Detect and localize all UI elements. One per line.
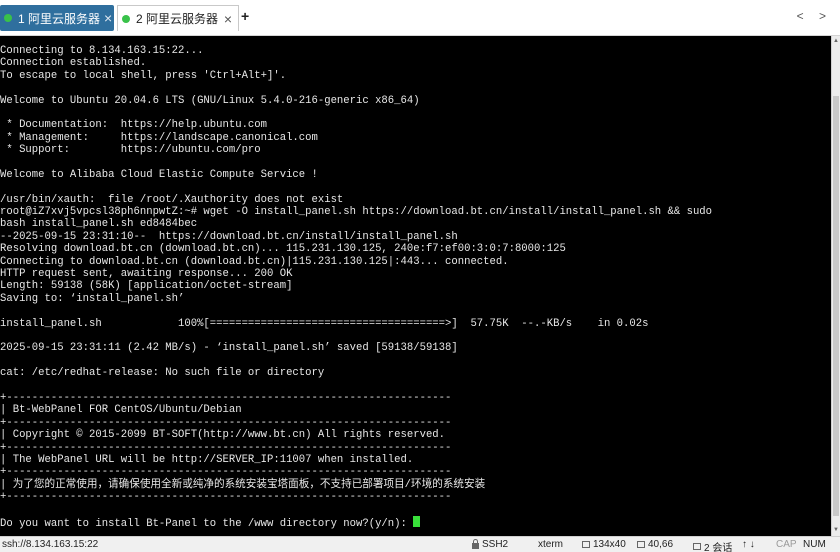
scroll-down-icon[interactable]: ▼ <box>833 527 839 533</box>
terminal-line: +---------------------------------------… <box>0 466 452 479</box>
terminal-line: Saving to: ‘install_panel.sh’ <box>0 292 185 305</box>
terminal-type: xterm <box>538 539 563 550</box>
terminal-line: | Copyright © 2015-2099 BT-SOFT(http://w… <box>0 429 446 442</box>
scroll-up-icon[interactable]: ▲ <box>833 38 839 44</box>
terminal-line: +---------------------------------------… <box>0 416 452 429</box>
window-size-icon <box>582 541 590 548</box>
terminal-size: 134x40 <box>582 539 626 550</box>
terminal-line: install_panel.sh 100%[==================… <box>0 317 649 330</box>
terminal-size-label: 134x40 <box>593 539 626 550</box>
terminal-line: | Bt-WebPanel FOR CentOS/Ubuntu/Debian <box>0 404 242 417</box>
sessions-icon <box>693 543 701 550</box>
cursor-position-icon <box>637 541 645 548</box>
terminal-line: | 为了您的正常使用，请确保使用全新或纯净的系统安装宝塔面板，不支持已部署项目/… <box>0 478 486 491</box>
terminal-line: 2025-09-15 23:31:11 (2.42 MB/s) - ‘insta… <box>0 342 458 355</box>
terminal-line: +---------------------------------------… <box>0 391 452 404</box>
terminal-line: Connecting to 8.134.163.15:22... <box>0 45 204 57</box>
terminal-line: bash install_panel.sh ed8484bec <box>0 218 198 231</box>
lock-icon <box>472 538 479 549</box>
caps-lock-indicator: CAP <box>776 539 797 550</box>
terminal-line: | The WebPanel URL will be http://SERVER… <box>0 453 414 466</box>
terminal-line: Resolving download.bt.cn (download.bt.cn… <box>0 243 566 256</box>
protocol-label: SSH2 <box>482 539 509 550</box>
terminal-line: * Management: https://landscape.canonica… <box>0 131 318 144</box>
terminal-cursor <box>413 515 421 527</box>
tab-session-2[interactable]: 2 阿里云服务器 × <box>117 5 239 31</box>
connection-address: ssh://8.134.163.15:22 <box>2 539 99 550</box>
terminal-line: * Support: https://ubuntu.com/pro <box>0 144 261 157</box>
status-bar: ssh://8.134.163.15:22 SSH2 xterm 134x40 … <box>0 536 840 552</box>
terminal-line: +---------------------------------------… <box>0 491 452 504</box>
terminal-line: --2025-09-15 23:31:10-- https://download… <box>0 230 458 243</box>
terminal-line: cat: /etc/redhat-release: No such file o… <box>0 367 325 380</box>
terminal-line: /usr/bin/xauth: file /root/.Xauthority d… <box>0 193 344 206</box>
protocol-indicator: SSH2 <box>472 538 509 550</box>
chevron-left-right-icon[interactable]: < > <box>797 9 832 23</box>
tab-label: 2 阿里云服务器 <box>136 12 219 26</box>
terminal-line: Connection established. <box>0 57 147 70</box>
terminal-line: Welcome to Alibaba Cloud Elastic Compute… <box>0 168 318 181</box>
terminal-line: Connecting to download.bt.cn (download.b… <box>0 255 509 268</box>
terminal-line: * Documentation: https://help.ubuntu.com <box>0 119 268 132</box>
green-dot-icon <box>4 14 12 22</box>
cursor-position: 40,66 <box>637 539 673 550</box>
terminal-line: Length: 59138 (58K) [application/octet-s… <box>0 280 293 293</box>
terminal-line: Do you want to install Bt-Panel to the /… <box>0 515 831 530</box>
session-count: 2 会话 <box>693 539 732 552</box>
session-count-label: 2 会话 <box>704 543 733 552</box>
close-icon[interactable]: × <box>104 11 112 25</box>
green-dot-icon <box>122 14 130 23</box>
terminal-line: +---------------------------------------… <box>0 441 452 454</box>
terminal-line: HTTP request sent, awaiting response... … <box>0 268 293 281</box>
terminal-line: root@iZ7xvj5vpcsl38ph6nnpwtZ:~# wget -O … <box>0 206 713 219</box>
scroll-thumb[interactable] <box>833 96 839 516</box>
terminal-line: To escape to local shell, press 'Ctrl+Al… <box>0 69 287 82</box>
cursor-position-label: 40,66 <box>648 539 674 550</box>
plus-icon[interactable]: + <box>241 8 249 24</box>
close-icon[interactable]: × <box>224 12 232 26</box>
tab-label: 1 阿里云服务器 <box>18 11 101 26</box>
tab-session-1[interactable]: 1 阿里云服务器 × <box>0 5 114 31</box>
tab-bar: 1 阿里云服务器 × 2 阿里云服务器 × + < > <box>0 0 840 36</box>
num-lock-indicator: NUM <box>803 539 826 550</box>
scrollbar[interactable]: ▲ ▼ <box>831 36 840 536</box>
terminal-line: Welcome to Ubuntu 20.04.6 LTS (GNU/Linux… <box>0 94 420 107</box>
scroll-arrows[interactable]: ↑ ↓ <box>742 539 755 550</box>
terminal-output[interactable]: Connecting to 8.134.163.15:22... Connecti… <box>0 36 831 536</box>
